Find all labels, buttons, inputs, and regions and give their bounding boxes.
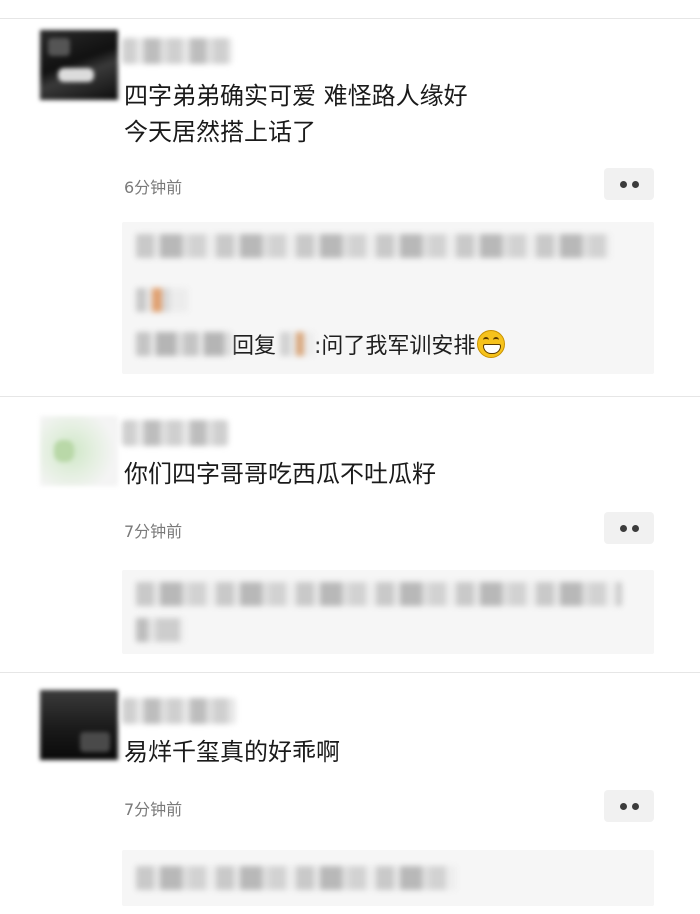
comment-line: 四字弟弟确实可爱 难怪路人缘好 — [124, 82, 468, 110]
divider — [0, 672, 700, 673]
comment-list: 四字弟弟确实可爱 难怪路人缘好 今天居然搭上话了 6分钟前 回复 :问了我军训安… — [0, 0, 700, 914]
more-dots-icon — [619, 524, 639, 532]
reply-box[interactable] — [122, 850, 654, 906]
avatar[interactable] — [40, 690, 118, 760]
divider — [0, 18, 700, 19]
comment-line: 今天居然搭上话了 — [124, 118, 316, 146]
reply-line-blurred — [136, 618, 184, 642]
more-options-button[interactable] — [604, 512, 654, 544]
timestamp: 7分钟前 — [124, 522, 183, 541]
username[interactable] — [122, 698, 236, 724]
reply-line-blurred — [136, 582, 622, 606]
divider — [0, 396, 700, 397]
comment-text: 易烊千玺真的好乖啊 — [124, 734, 340, 770]
timestamp: 6分钟前 — [124, 178, 183, 197]
reply-box[interactable]: 回复 :问了我军训安排 — [122, 222, 654, 374]
avatar[interactable] — [40, 30, 118, 100]
reply-line[interactable]: 回复 :问了我军训安排 — [136, 326, 506, 362]
reply-line-blurred — [136, 234, 610, 258]
comment-line: 易烊千玺真的好乖啊 — [124, 738, 340, 766]
reply-line-blurred — [136, 288, 188, 312]
comment-text: 四字弟弟确实可爱 难怪路人缘好 今天居然搭上话了 — [124, 78, 468, 150]
reply-target-username[interactable] — [280, 332, 315, 356]
comment-text: 你们四字哥哥吃西瓜不吐瓜籽 — [124, 456, 436, 492]
reply-box[interactable] — [122, 570, 654, 654]
more-options-button[interactable] — [604, 168, 654, 200]
username[interactable] — [122, 420, 228, 446]
timestamp: 7分钟前 — [124, 800, 183, 819]
username[interactable] — [122, 38, 232, 64]
reply-username[interactable] — [136, 332, 232, 356]
reply-line-blurred — [136, 866, 456, 890]
more-options-button[interactable] — [604, 790, 654, 822]
grin-icon — [477, 330, 506, 358]
reply-label: 回复 — [232, 334, 277, 359]
comment-line: 你们四字哥哥吃西瓜不吐瓜籽 — [124, 460, 436, 488]
more-dots-icon — [619, 180, 639, 188]
reply-text: :问了我军训安排 — [314, 334, 476, 359]
more-dots-icon — [619, 802, 639, 810]
avatar[interactable] — [40, 416, 118, 486]
